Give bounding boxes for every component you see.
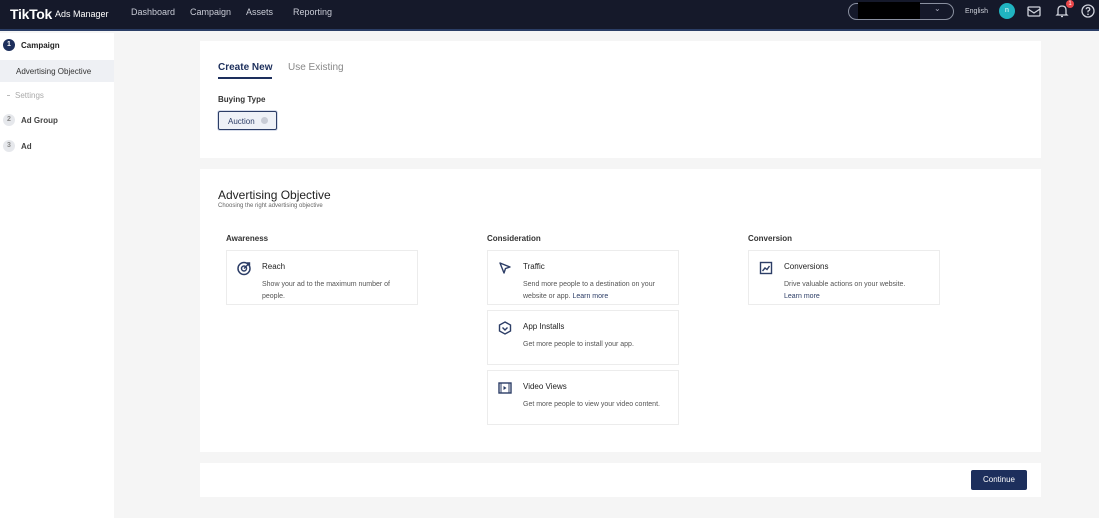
sidebar-item-advertising-objective[interactable]: Advertising Objective bbox=[0, 60, 114, 82]
objective-name: App Installs bbox=[523, 322, 565, 331]
top-navigation-bar: TikTok Ads Manager Dashboard Campaign As… bbox=[0, 0, 1099, 31]
account-name-redacted bbox=[858, 2, 920, 19]
chevron-down-icon[interactable]: ⌄ bbox=[934, 4, 941, 13]
footer-bar: Continue bbox=[200, 463, 1041, 497]
avatar[interactable]: n bbox=[999, 3, 1015, 19]
continue-button[interactable]: Continue bbox=[971, 470, 1027, 490]
ads-manager-label: Ads Manager bbox=[55, 9, 109, 19]
objective-video-views[interactable]: Video Views Get more people to view your… bbox=[487, 370, 679, 425]
sidebar-item-label: Advertising Objective bbox=[16, 67, 92, 76]
sidebar-item-settings[interactable]: Settings bbox=[7, 91, 44, 100]
objective-name: Traffic bbox=[523, 262, 545, 271]
step-number: 1 bbox=[3, 39, 15, 51]
advertising-objective-card: Advertising Objective Choosing the right… bbox=[200, 169, 1041, 452]
sidebar-item-label: Settings bbox=[15, 91, 44, 100]
auction-button[interactable]: Auction bbox=[218, 111, 277, 130]
objective-reach[interactable]: Reach Show your ad to the maximum number… bbox=[226, 250, 418, 305]
step-number: 3 bbox=[3, 140, 15, 152]
step-label: Campaign bbox=[21, 41, 60, 50]
column-awareness: Awareness bbox=[226, 234, 269, 243]
objective-app-installs[interactable]: App Installs Get more people to install … bbox=[487, 310, 679, 365]
step-label: Ad bbox=[21, 142, 32, 151]
column-conversion: Conversion bbox=[748, 234, 793, 243]
tab-create-new[interactable]: Create New bbox=[218, 62, 273, 79]
buying-type-label: Buying Type bbox=[218, 95, 266, 104]
objective-traffic[interactable]: Traffic Send more people to a destinatio… bbox=[487, 250, 679, 305]
nav-reporting[interactable]: Reporting bbox=[293, 7, 332, 17]
notification-badge: 1 bbox=[1066, 0, 1074, 8]
objective-description: Drive valuable actions on your website. … bbox=[784, 279, 934, 303]
step-number: 2 bbox=[3, 114, 15, 126]
objective-description: Show your ad to the maximum number of pe… bbox=[262, 281, 391, 300]
column-consideration: Consideration bbox=[487, 234, 541, 243]
objective-name: Reach bbox=[262, 262, 286, 271]
mail-icon[interactable] bbox=[1026, 3, 1042, 19]
nav-assets[interactable]: Assets bbox=[246, 7, 273, 17]
language-selector[interactable]: English bbox=[965, 8, 988, 15]
help-icon[interactable] bbox=[1080, 3, 1096, 19]
objective-conversions[interactable]: Conversions Drive valuable actions on yo… bbox=[748, 250, 940, 305]
tab-use-existing[interactable]: Use Existing bbox=[288, 62, 344, 73]
step-label: Ad Group bbox=[21, 116, 58, 125]
cursor-icon bbox=[499, 262, 511, 274]
objective-description: Get more people to view your video conte… bbox=[523, 401, 660, 408]
objective-description: Send more people to a destination on you… bbox=[523, 279, 673, 303]
section-subtitle: Choosing the right advertising objective bbox=[218, 203, 323, 209]
campaign-card: Create New Use Existing Buying Type Auct… bbox=[200, 41, 1041, 158]
conversion-chart-icon bbox=[759, 261, 773, 275]
step-sidebar: 1 Campaign Advertising Objective Setting… bbox=[0, 33, 114, 518]
objective-name: Video Views bbox=[523, 382, 567, 391]
video-icon bbox=[498, 382, 512, 394]
tiktok-logo[interactable]: TikTok bbox=[10, 6, 52, 22]
objective-description: Get more people to install your app. bbox=[523, 341, 634, 348]
objective-name: Conversions bbox=[784, 262, 829, 271]
bullet-icon bbox=[7, 95, 10, 97]
auction-label: Auction bbox=[228, 117, 255, 126]
nav-dashboard[interactable]: Dashboard bbox=[131, 7, 175, 17]
section-title: Advertising Objective bbox=[218, 188, 331, 202]
learn-more-link[interactable]: Learn more bbox=[784, 293, 820, 300]
learn-more-link[interactable]: Learn more bbox=[572, 293, 608, 300]
objective-description-text: Drive valuable actions on your website. bbox=[784, 281, 906, 288]
info-icon[interactable] bbox=[261, 117, 268, 124]
app-install-icon bbox=[498, 321, 512, 335]
target-icon bbox=[237, 261, 251, 276]
nav-campaign[interactable]: Campaign bbox=[190, 7, 231, 17]
